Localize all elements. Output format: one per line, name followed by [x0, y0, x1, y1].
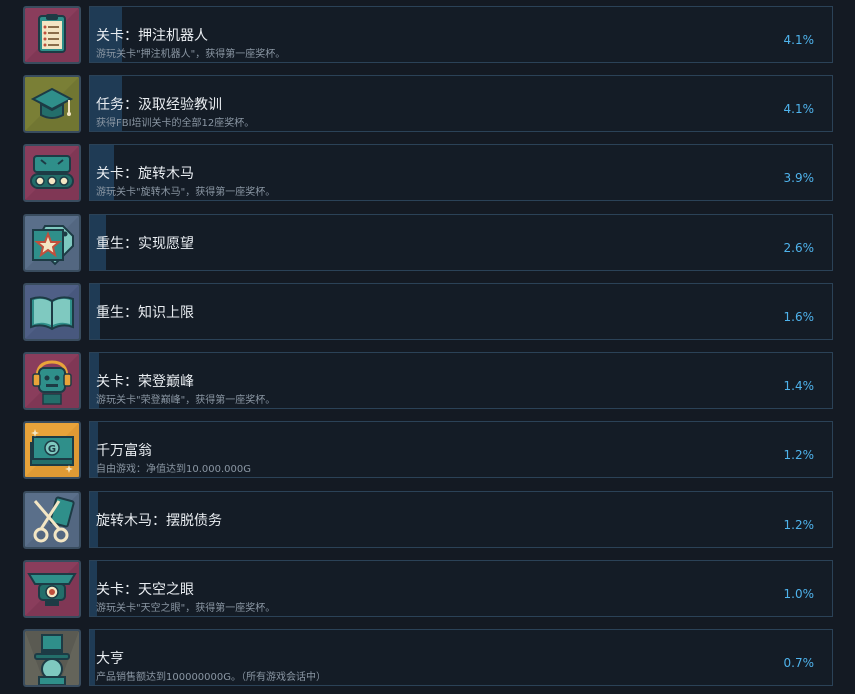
achievement-description: 自由游戏：净值达到10.000.000G — [96, 464, 252, 475]
achievement-row[interactable]: 关卡：押注机器人 游玩关卡"押注机器人"，获得第一座奖杯。 4.1% — [0, 6, 855, 68]
achievement-row[interactable]: 旋转木马：摆脱债务 1.2% — [0, 491, 855, 553]
achievement-row[interactable]: 重生：实现愿望 2.6% — [0, 214, 855, 276]
progress-bar: 重生：知识上限 1.6% — [89, 283, 833, 340]
progress-bar: 关卡：天空之眼 游玩关卡"天空之眼"，获得第一座奖杯。 1.0% — [89, 560, 833, 617]
achievement-row[interactable]: 关卡：荣登巅峰 游玩关卡"荣登巅峰"，获得第一座奖杯。 1.4% — [0, 352, 855, 414]
eye-drone-icon — [23, 560, 81, 618]
progress-bar: 任务：汲取经验教训 获得FBI培训关卡的全部12座奖杯。 4.1% — [89, 75, 833, 132]
achievement-row[interactable]: G 千万富翁 自由游戏：净值达到10.000.000G 1.2% — [0, 421, 855, 483]
achievement-percent: 1.6% — [783, 310, 815, 324]
achievement-row[interactable]: 任务：汲取经验教训 获得FBI培训关卡的全部12座奖杯。 4.1% — [0, 75, 855, 137]
graduation-cap-icon — [23, 75, 81, 133]
achievement-description: 游玩关卡"押注机器人"，获得第一座奖杯。 — [96, 49, 286, 60]
money-stack-icon: G — [23, 421, 81, 479]
achievement-row[interactable]: 关卡：天空之眼 游玩关卡"天空之眼"，获得第一座奖杯。 1.0% — [0, 560, 855, 622]
achievement-description: 游玩关卡"天空之眼"，获得第一座奖杯。 — [96, 603, 276, 614]
progress-bar: 千万富翁 自由游戏：净值达到10.000.000G 1.2% — [89, 421, 833, 478]
achievement-percent: 4.1% — [783, 33, 815, 47]
achievement-percent: 1.0% — [783, 587, 815, 601]
achievement-description: 获得FBI培训关卡的全部12座奖杯。 — [96, 118, 255, 129]
achievement-row[interactable]: 大亨 产品销售额达到100000000G。（所有游戏会话中） 0.7% — [0, 629, 855, 691]
progress-bar: 关卡：旋转木马 游玩关卡"旋转木马"，获得第一座奖杯。 3.9% — [89, 144, 833, 201]
achievement-description: 产品销售额达到100000000G。（所有游戏会话中） — [96, 672, 327, 683]
achievement-title: 关卡：天空之眼 — [96, 582, 194, 598]
achievement-title: 旋转木马：摆脱债务 — [96, 513, 222, 529]
achievement-percent: 3.9% — [783, 171, 815, 185]
progress-bar: 旋转木马：摆脱债务 1.2% — [89, 491, 833, 548]
clipboard-icon — [23, 6, 81, 64]
achievement-title: 关卡：押注机器人 — [96, 28, 208, 44]
achievement-title: 关卡：荣登巅峰 — [96, 374, 194, 390]
achievement-description: 游玩关卡"旋转木马"，获得第一座奖杯。 — [96, 187, 276, 198]
achievement-title: 重生：知识上限 — [96, 305, 194, 321]
achievement-title: 大亨 — [96, 651, 124, 667]
achievement-percent: 4.1% — [783, 102, 815, 116]
achievement-title: 关卡：旋转木马 — [96, 166, 194, 182]
achievement-title: 重生：实现愿望 — [96, 236, 194, 252]
open-book-icon — [23, 283, 81, 341]
achievement-row[interactable]: 关卡：旋转木马 游玩关卡"旋转木马"，获得第一座奖杯。 3.9% — [0, 144, 855, 206]
star-tag-icon — [23, 214, 81, 272]
achievement-percent: 0.7% — [783, 656, 815, 670]
tycoon-hat-icon — [23, 629, 81, 687]
progress-fill — [90, 630, 95, 685]
achievement-percent: 2.6% — [783, 241, 815, 255]
scissors-card-icon — [23, 491, 81, 549]
achievement-percent: 1.2% — [783, 518, 815, 532]
robot-headphones-icon — [23, 352, 81, 410]
achievement-title: 任务：汲取经验教训 — [96, 97, 222, 113]
achievement-row[interactable]: 重生：知识上限 1.6% — [0, 283, 855, 345]
achievement-percent: 1.4% — [783, 379, 815, 393]
tank-robot-icon — [23, 144, 81, 202]
achievement-title: 千万富翁 — [96, 443, 152, 459]
achievement-description: 游玩关卡"荣登巅峰"，获得第一座奖杯。 — [96, 395, 276, 406]
progress-bar: 大亨 产品销售额达到100000000G。（所有游戏会话中） 0.7% — [89, 629, 833, 686]
progress-bar: 关卡：荣登巅峰 游玩关卡"荣登巅峰"，获得第一座奖杯。 1.4% — [89, 352, 833, 409]
achievement-percent: 1.2% — [783, 448, 815, 462]
progress-bar: 关卡：押注机器人 游玩关卡"押注机器人"，获得第一座奖杯。 4.1% — [89, 6, 833, 63]
svg-text:G: G — [48, 444, 56, 455]
progress-bar: 重生：实现愿望 2.6% — [89, 214, 833, 271]
